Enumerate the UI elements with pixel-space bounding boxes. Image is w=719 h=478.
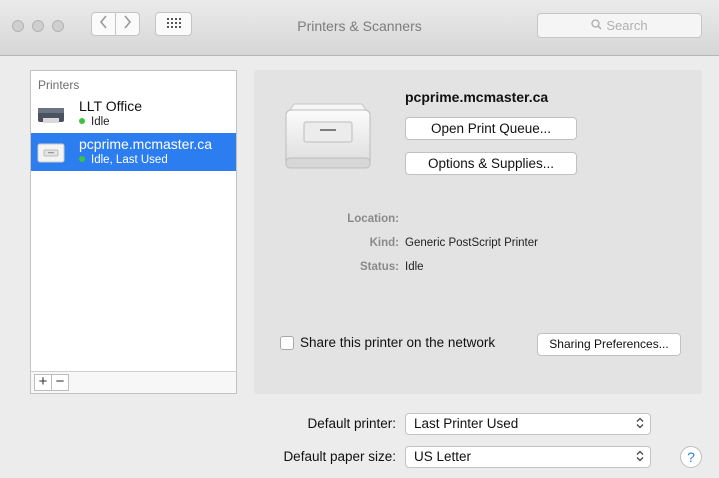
printer-list-item[interactable]: LLT Office Idle <box>31 95 236 133</box>
search-input[interactable]: Search <box>537 13 702 38</box>
printer-icon <box>37 104 65 126</box>
printers-list[interactable]: Printers LLT Office Idle pcprime.mcmaste… <box>30 70 237 394</box>
status-dot-icon <box>79 118 85 124</box>
sharing-preferences-button[interactable]: Sharing Preferences... <box>537 333 681 356</box>
updown-chevron-icon <box>636 447 644 467</box>
title-bar: Printers & Scanners Search <box>0 0 719 56</box>
add-printer-button[interactable]: + <box>34 374 52 391</box>
updown-chevron-icon <box>636 414 644 434</box>
default-printer-value: Last Printer Used <box>414 416 519 431</box>
default-paper-size-select[interactable]: US Letter <box>405 446 651 468</box>
location-label: Location: <box>347 213 399 225</box>
default-printer-label: Default printer: <box>307 416 396 431</box>
printer-name: pcprime.mcmaster.ca <box>79 136 213 152</box>
kind-label: Kind: <box>369 237 399 249</box>
options-supplies-button[interactable]: Options & Supplies... <box>405 152 577 175</box>
status-value: Idle <box>405 261 424 273</box>
help-button[interactable]: ? <box>680 446 702 468</box>
printer-icon <box>37 142 65 164</box>
selected-printer-name: pcprime.mcmaster.ca <box>405 89 549 105</box>
printer-name: LLT Office <box>79 98 143 114</box>
default-printer-select[interactable]: Last Printer Used <box>405 413 651 435</box>
printer-details-panel: pcprime.mcmaster.ca Open Print Queue... … <box>254 70 702 394</box>
printer-status: Idle, Last Used <box>79 154 168 166</box>
printer-large-icon <box>282 98 374 172</box>
remove-printer-button[interactable]: − <box>51 374 69 391</box>
printer-list-item[interactable]: pcprime.mcmaster.ca Idle, Last Used <box>31 133 236 171</box>
status-label: Status: <box>360 261 399 273</box>
status-dot-icon <box>79 156 85 162</box>
printers-list-header: Printers <box>38 78 80 92</box>
default-paper-size-label: Default paper size: <box>283 449 396 464</box>
open-print-queue-button[interactable]: Open Print Queue... <box>405 117 577 140</box>
search-placeholder: Search <box>606 18 648 33</box>
printer-status: Idle <box>79 116 110 128</box>
search-icon <box>591 18 602 33</box>
kind-value: Generic PostScript Printer <box>405 237 538 249</box>
default-paper-size-value: US Letter <box>414 449 472 464</box>
share-printer-label: Share this printer on the network <box>300 335 496 350</box>
list-footer: + − <box>31 371 236 393</box>
share-printer-checkbox[interactable] <box>280 335 294 350</box>
share-printer-option[interactable]: Share this printer on the network <box>280 335 495 350</box>
